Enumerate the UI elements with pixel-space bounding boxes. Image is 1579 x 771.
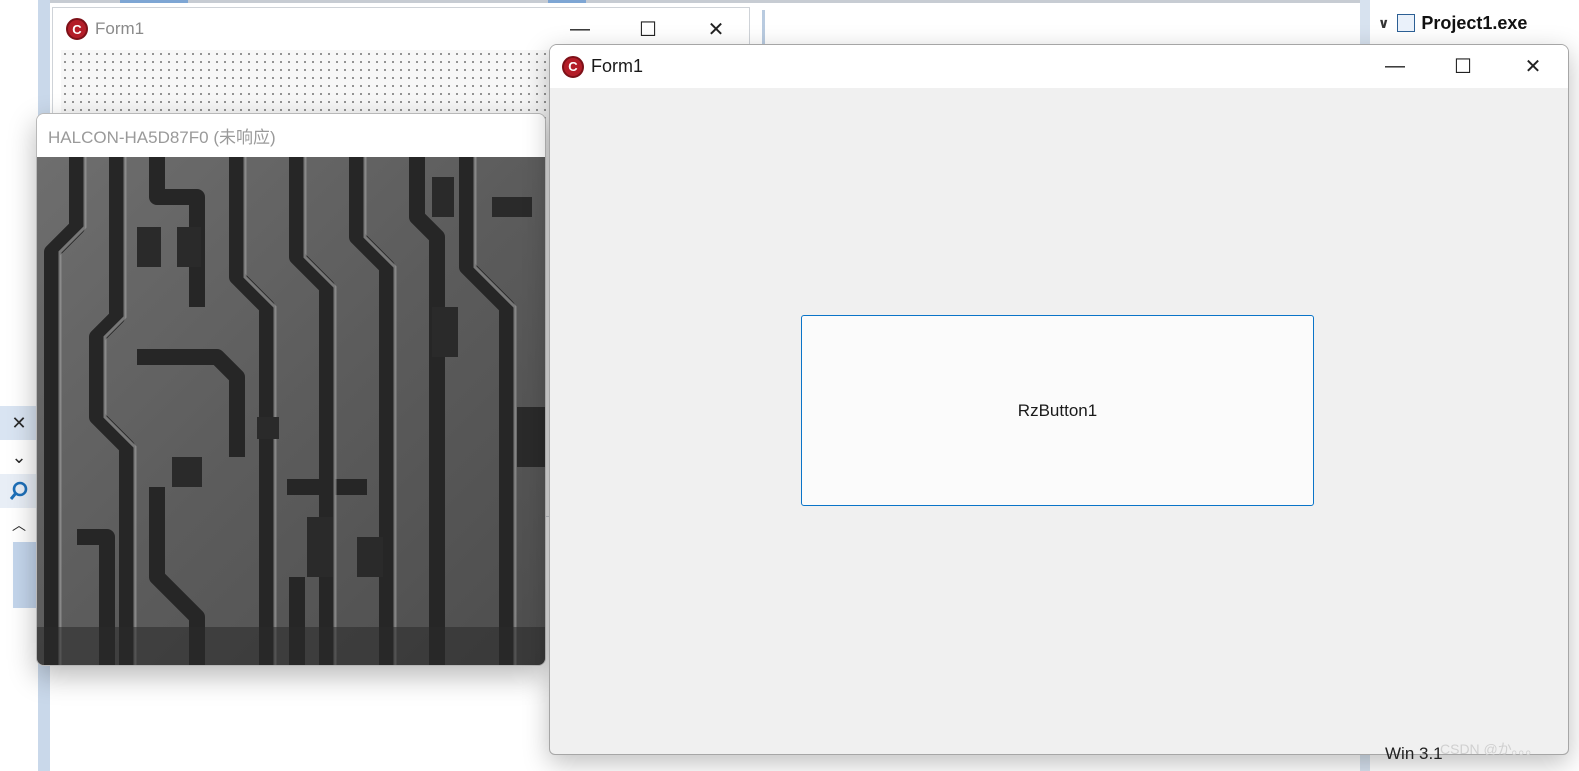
close-icon[interactable]: ✕ [1499, 45, 1567, 88]
scroll-thumb[interactable] [13, 542, 38, 608]
chevron-down-icon[interactable]: ∨ [1378, 15, 1389, 32]
win-label: Win 3.1 [1385, 744, 1443, 763]
app-icon: C [66, 18, 88, 40]
pcb-image-graphic [37, 157, 545, 665]
left-tool-panel: ✕ ⌄ ︿ [0, 404, 39, 609]
watermark: CSDN @か。。。 [1440, 741, 1540, 757]
halcon-title: HALCON-HA5D87F0 (未响应) [48, 128, 276, 147]
pcb-image [37, 157, 545, 665]
design-form-title: Form1 [95, 19, 145, 38]
runtime-form-title: Form1 [591, 56, 644, 76]
halcon-window: HALCON-HA5D87F0 (未响应) [36, 113, 546, 666]
project-exe-icon [1397, 14, 1416, 32]
ide-tab-indicator[interactable] [548, 0, 586, 3]
halcon-titlebar[interactable]: HALCON-HA5D87F0 (未响应) [37, 114, 545, 157]
chevron-down-icon[interactable]: ⌄ [0, 440, 38, 474]
splitter[interactable] [762, 10, 765, 46]
project-item-label: Project1.exe [1421, 12, 1528, 33]
minimize-icon[interactable]: — [1361, 45, 1429, 88]
runtime-form-window: C Form1 — ☐ ✕ RzButton1 [549, 44, 1569, 755]
search-icon[interactable] [0, 474, 38, 508]
close-icon[interactable]: ✕ [0, 406, 38, 440]
runtime-form-titlebar[interactable]: C Form1 — ☐ ✕ [550, 45, 1568, 88]
app-icon: C [562, 55, 584, 78]
rz-button[interactable]: RzButton1 [801, 315, 1314, 506]
ide-tab-indicator[interactable] [120, 0, 188, 3]
maximize-icon[interactable]: ☐ [1429, 45, 1497, 88]
ide-left-strip [0, 0, 38, 771]
chevron-up-icon[interactable]: ︿ [0, 508, 38, 542]
ide-tab-strip [50, 0, 1360, 3]
project-tree-item[interactable]: ∨ Project1.exe [1378, 9, 1573, 37]
